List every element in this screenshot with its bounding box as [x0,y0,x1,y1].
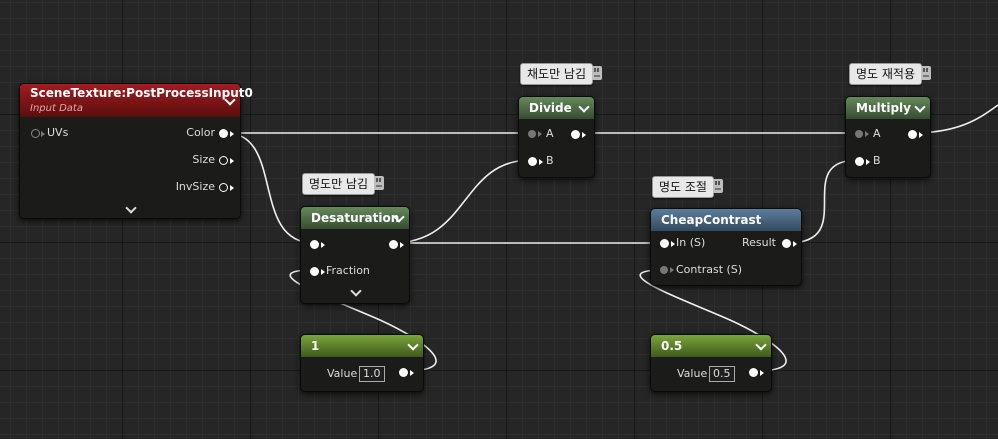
input-pin[interactable] [310,240,319,249]
output-pin[interactable] [389,240,398,249]
fraction-input-pin[interactable] [310,267,319,276]
expand-chevron-icon[interactable] [350,285,362,297]
wire-desat-to-divide-b [391,159,532,244]
constant-node[interactable]: 1 Value 1.0 [300,334,424,392]
node-header[interactable]: SceneTexture:PostProcessInput0 Input Dat… [20,84,253,117]
output-pin[interactable] [749,368,758,377]
b-input-pin[interactable] [855,157,864,166]
size-output-pin[interactable] [219,156,228,165]
color-output-pin[interactable] [219,129,228,138]
pin-comment-icon[interactable] [592,66,603,80]
node-title: SceneTexture:PostProcessInput0 [30,86,253,100]
a-input-pin[interactable] [528,130,536,138]
value-input[interactable]: 1.0 [359,366,385,382]
result-label: Result [742,236,776,249]
pin-arrow-icon [321,269,325,275]
desaturation-node[interactable]: Desaturation Fraction [300,206,410,304]
pin-arrow-icon [793,241,797,247]
output-pin[interactable] [399,368,408,377]
value-input[interactable]: 0.5 [709,366,735,382]
invsize-output-pin[interactable] [219,183,228,192]
b-label: B [546,154,554,167]
comment-text: 명도만 남김 [309,177,369,191]
a-label: A [546,127,554,140]
node-title: CheapContrast [661,213,762,227]
value-label: Value [327,367,358,380]
output-pin[interactable] [908,130,917,139]
fraction-label: Fraction [326,264,370,277]
output-pin[interactable] [571,130,580,139]
comment-text: 채도만 남김 [527,67,587,81]
divide-node[interactable]: Divide A B [518,96,595,178]
contrast-label: Contrast (S) [676,263,743,276]
comment-text: 명도 재적용 [856,67,916,81]
comment-bubble: 채도만 남김 [520,63,603,85]
pin-comment-icon[interactable] [374,176,385,190]
pin-arrow-icon [582,132,586,138]
color-label: Color [186,126,215,139]
comment-bubble: 명도 조절 [652,176,723,198]
node-header[interactable]: Desaturation [301,207,409,229]
uvs-label: UVs [47,126,69,139]
node-header[interactable]: 0.5 [651,335,771,357]
scene-texture-node[interactable]: SceneTexture:PostProcessInput0 Input Dat… [19,83,253,219]
b-input-pin[interactable] [528,157,537,166]
node-title: Multiply [856,101,911,115]
node-header[interactable]: Multiply [846,97,930,119]
node-title: 1 [311,339,320,353]
comment-text: 명도 조절 [659,180,707,194]
pin-arrow-icon [671,241,675,247]
pin-arrow-icon [230,131,234,137]
pin-comment-icon[interactable] [712,179,723,193]
pin-arrow-icon [321,242,325,248]
result-output-pin[interactable] [782,239,791,248]
pin-arrow-icon [230,158,234,164]
b-label: B [873,154,881,167]
pin-arrow-icon [41,131,45,137]
size-label: Size [192,153,215,166]
comment-bubble: 명도만 남김 [302,173,385,195]
node-title: Divide [529,101,572,115]
expand-chevron-icon[interactable] [125,202,137,214]
chevron-down-icon[interactable] [407,339,419,351]
invsize-label: InvSize [175,180,215,193]
uvs-input-pin[interactable] [31,129,40,138]
pin-arrow-icon [670,267,674,273]
cheap-contrast-node[interactable]: CheapContrast In (S) Result Contrast (S) [650,208,802,286]
pin-arrow-icon [760,370,764,376]
node-subtitle: Input Data [30,103,83,114]
node-title: 0.5 [661,339,683,353]
contrast-input-pin[interactable] [660,266,668,274]
pin-arrow-icon [230,185,234,191]
node-title: Desaturation [311,211,400,225]
comment-bubble: 명도 재적용 [849,63,932,85]
pin-arrow-icon [538,131,542,137]
chevron-down-icon[interactable] [755,339,767,351]
pin-arrow-icon [539,159,543,165]
pin-arrow-icon [410,370,414,376]
chevron-down-icon[interactable] [914,101,926,113]
a-input-pin[interactable] [855,130,863,138]
node-header[interactable]: Divide [519,97,594,119]
node-header[interactable]: 1 [301,335,423,357]
pin-arrow-icon [865,131,869,137]
pin-arrow-icon [866,159,870,165]
in-input-pin[interactable] [660,239,669,248]
pin-comment-icon[interactable] [921,66,932,80]
pin-arrow-icon [400,242,404,248]
multiply-node[interactable]: Multiply A B [845,96,931,178]
in-label: In (S) [676,236,706,249]
node-header[interactable]: CheapContrast [651,209,801,231]
pin-arrow-icon [919,132,923,138]
chevron-down-icon[interactable] [578,101,590,113]
constant-node[interactable]: 0.5 Value 0.5 [650,334,772,392]
a-label: A [873,127,881,140]
value-label: Value [677,367,708,380]
